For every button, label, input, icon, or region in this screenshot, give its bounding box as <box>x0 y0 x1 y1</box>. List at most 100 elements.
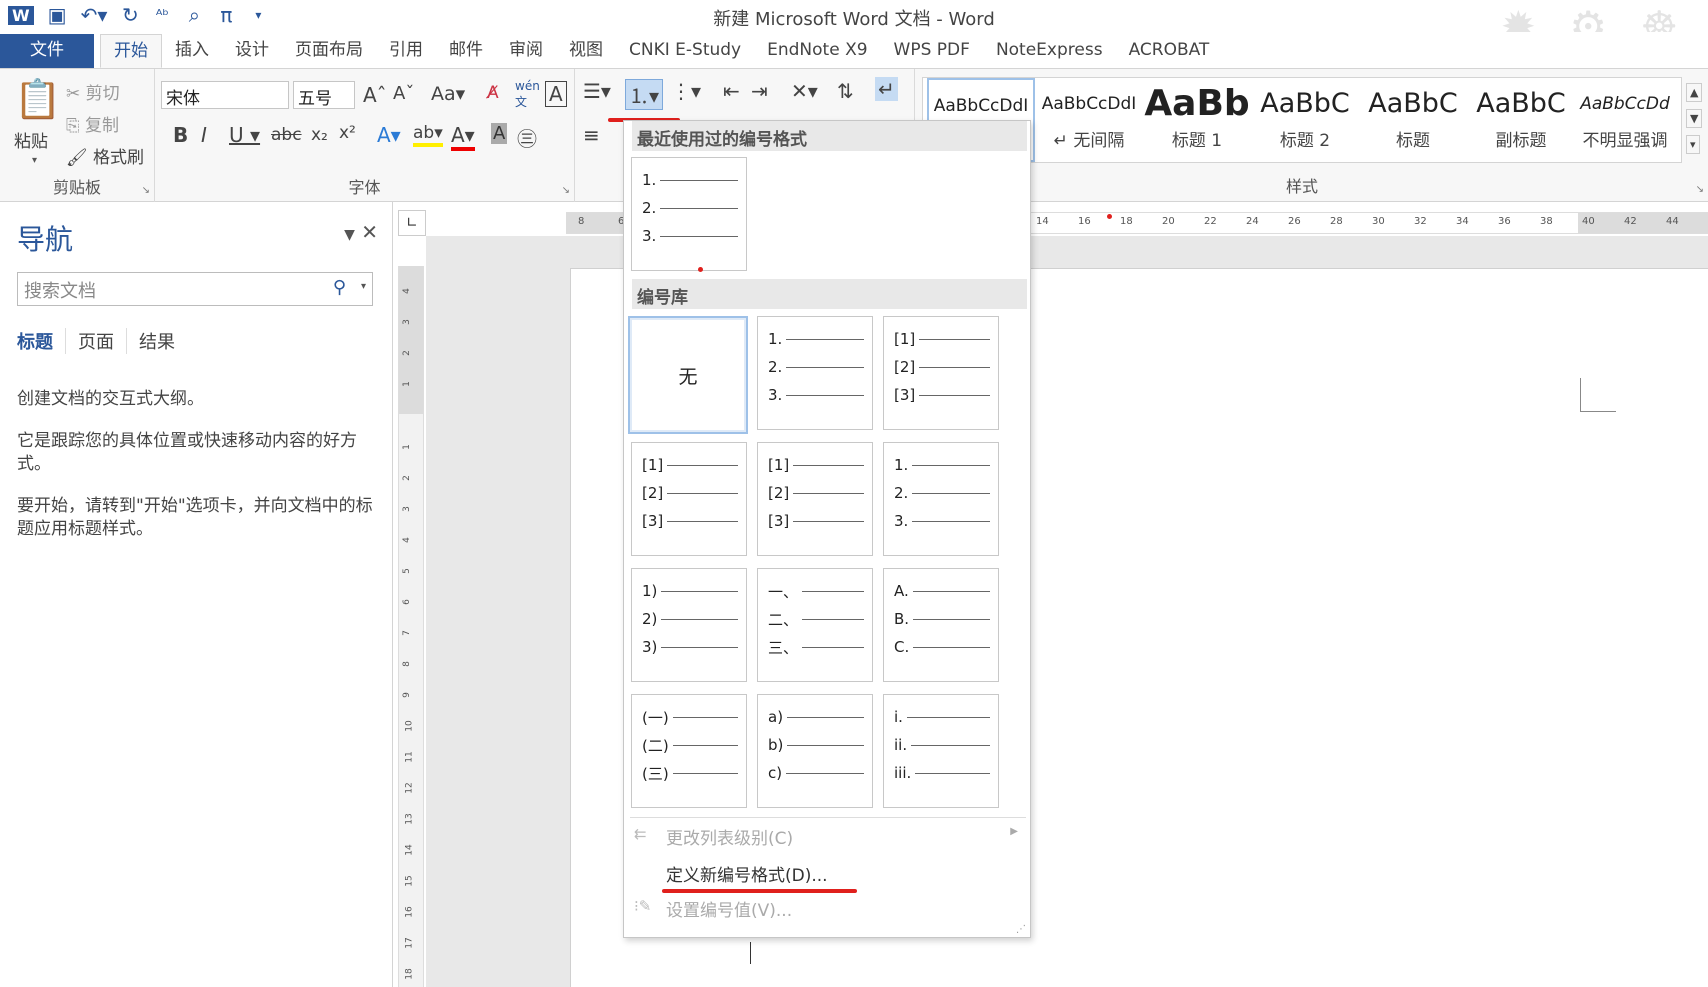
format-painter-button[interactable]: 🖌 格式刷 <box>66 143 144 168</box>
ruler-tick: 2 <box>401 475 412 481</box>
subscript-icon[interactable]: x₂ <box>311 125 328 145</box>
italic-icon[interactable]: I <box>201 123 207 147</box>
text-effects-icon[interactable]: A▾ <box>377 123 401 147</box>
clipboard-launcher-icon[interactable]: ↘ <box>142 185 150 196</box>
increase-indent-icon[interactable]: ⇥ <box>751 79 768 103</box>
chinese-layout-icon[interactable]: ✕▾ <box>791 79 818 103</box>
recent-format-item[interactable]: 1. 2. 3. <box>631 157 747 271</box>
tab-layout[interactable]: 页面布局 <box>282 34 376 68</box>
list-marker: 3) <box>642 638 658 656</box>
search-icon[interactable]: ⚲ <box>333 277 346 298</box>
ribbon-tabs: 文件 开始 插入 设计 页面布局 引用 邮件 审阅 视图 CNKI E-Stud… <box>0 32 1708 68</box>
ruler-tick: 36 <box>1498 216 1511 227</box>
superscript-icon[interactable]: x² <box>339 123 356 143</box>
style-title[interactable]: AaBbC 标题 <box>1359 78 1467 162</box>
tab-endnote[interactable]: EndNote X9 <box>754 34 880 68</box>
search-dropdown-icon[interactable]: ▾ <box>361 281 366 292</box>
vertical-ruler[interactable]: 4 3 2 1 1 2 3 4 5 6 7 8 9 10 11 12 13 14… <box>398 266 424 987</box>
close-icon[interactable]: ✕ <box>361 220 378 244</box>
tab-design[interactable]: 设计 <box>222 34 282 68</box>
numbering-library-item[interactable]: a) b) c) <box>757 694 873 808</box>
paste-icon[interactable]: 📋 <box>14 77 61 122</box>
char-shading-icon[interactable]: A <box>491 123 508 144</box>
tab-wps-pdf[interactable]: WPS PDF <box>881 34 983 68</box>
tab-acrobat[interactable]: ACROBAT <box>1116 34 1223 68</box>
tab-mailings[interactable]: 邮件 <box>436 34 496 68</box>
styles-launcher-icon[interactable]: ↘ <box>1696 184 1704 195</box>
numbering-library-item[interactable]: 一、 二、 三、 <box>757 568 873 682</box>
list-marker: ii. <box>894 736 908 754</box>
font-name-select[interactable]: 宋体 <box>161 81 289 109</box>
tab-selector-icon[interactable]: ∟ <box>398 210 426 236</box>
ruler-tick: 4 <box>401 288 412 294</box>
style-subtle-emphasis[interactable]: AaBbCcDd 不明显强调 <box>1575 78 1675 162</box>
font-size-select[interactable]: 五号 <box>293 81 355 109</box>
numbering-library-item[interactable]: [1] [2] [3] <box>631 442 747 556</box>
show-marks-icon[interactable]: ↵ <box>875 77 898 101</box>
paste-button[interactable]: 粘贴 <box>14 127 48 152</box>
cut-button[interactable]: ✂ 剪切 <box>66 79 120 104</box>
nav-tab-results[interactable]: 结果 <box>139 328 187 354</box>
tab-file[interactable]: 文件 <box>0 34 94 68</box>
list-marker: 二、 <box>768 610 799 629</box>
tab-noteexpress[interactable]: NoteExpress <box>983 34 1116 68</box>
styles-scroll-up-icon[interactable]: ▲ <box>1686 83 1703 102</box>
decrease-indent-icon[interactable]: ⇤ <box>723 79 740 103</box>
char-border-icon[interactable]: A <box>545 81 567 107</box>
multilevel-list-icon[interactable]: ⋮▾ <box>671 79 701 103</box>
tab-home[interactable]: 开始 <box>100 34 162 68</box>
numbering-none-item[interactable]: 无 <box>628 316 748 434</box>
style-heading-2[interactable]: AaBbC 标题 2 <box>1251 78 1359 162</box>
style-preview: AaBbC <box>1260 88 1350 119</box>
search-input[interactable]: 搜索文档 ⚲ ▾ <box>17 272 373 306</box>
enclose-char-icon[interactable]: ㊂ <box>517 123 537 152</box>
pane-options-icon[interactable]: ▼ <box>344 227 355 243</box>
tab-cnki[interactable]: CNKI E-Study <box>616 34 754 68</box>
list-marker: 3. <box>768 386 783 404</box>
list-marker: A. <box>894 582 909 600</box>
resize-grip-icon[interactable]: ⋰ <box>1016 924 1026 935</box>
clear-format-icon[interactable]: A̸ <box>487 83 499 103</box>
numbering-library-item[interactable]: A. B. C. <box>883 568 999 682</box>
sort-icon[interactable]: ⇅ <box>837 79 854 103</box>
style-no-spacing[interactable]: AaBbCcDdI ↵ 无间隔 <box>1035 78 1143 162</box>
paste-dropdown-icon[interactable]: ▾ <box>32 155 37 166</box>
text-cursor <box>750 942 751 964</box>
bullets-icon[interactable]: ☰▾ <box>583 79 611 103</box>
strikethrough-icon[interactable]: abc <box>271 125 302 145</box>
nav-tab-pages[interactable]: 页面 <box>78 328 127 354</box>
grow-font-icon[interactable]: Aˆ <box>363 83 387 107</box>
copy-button[interactable]: ⎘ 复制 <box>66 111 119 136</box>
underline-icon[interactable]: U ▾ <box>229 123 260 147</box>
styles-scroll-down-icon[interactable]: ▼ <box>1686 109 1703 128</box>
shrink-font-icon[interactable]: Aˇ <box>393 83 414 104</box>
style-heading-1[interactable]: AaBb 标题 1 <box>1143 78 1251 162</box>
numbering-library-item[interactable]: 1. 2. 3. <box>883 442 999 556</box>
numbering-library-item[interactable]: (一) (二) (三) <box>631 694 747 808</box>
numbering-icon[interactable]: ⒈▾ <box>625 79 664 110</box>
tab-references[interactable]: 引用 <box>376 34 436 68</box>
numbering-library-item[interactable]: 1) 2) 3) <box>631 568 747 682</box>
nav-tab-headings[interactable]: 标题 <box>17 328 66 354</box>
align-left-icon[interactable]: ≡ <box>583 123 600 147</box>
nav-help-line: 它是跟踪您的具体位置或快速移动内容的好方式。 <box>17 431 357 474</box>
change-case-icon[interactable]: Aa▾ <box>431 83 465 105</box>
bold-icon[interactable]: B <box>173 123 188 147</box>
tab-review[interactable]: 审阅 <box>496 34 556 68</box>
styles-more-icon[interactable]: ▾ <box>1686 135 1700 154</box>
font-launcher-icon[interactable]: ↘ <box>562 185 570 196</box>
numbering-library-item[interactable]: 1. 2. 3. <box>757 316 873 430</box>
tab-insert[interactable]: 插入 <box>162 34 222 68</box>
font-color-icon[interactable]: A▾ <box>451 123 475 151</box>
copy-icon: ⎘ <box>66 116 86 136</box>
style-subtitle[interactable]: AaBbC 副标题 <box>1467 78 1575 162</box>
phonetic-guide-icon[interactable]: wén 文 <box>515 79 540 110</box>
ruler-tick: 8 <box>401 661 412 667</box>
numbering-library-item[interactable]: [1] [2] [3] <box>883 316 999 430</box>
tab-view[interactable]: 视图 <box>556 34 616 68</box>
highlight-icon[interactable]: ab▾ <box>413 123 443 147</box>
menu-item-label: 定义新编号格式(D)... <box>666 866 828 886</box>
numbering-library-item[interactable]: [1] [2] [3] <box>757 442 873 556</box>
define-new-number-format-item[interactable]: 定义新编号格式(D)... <box>624 856 1030 888</box>
numbering-library-item[interactable]: i. ii. iii. <box>883 694 999 808</box>
